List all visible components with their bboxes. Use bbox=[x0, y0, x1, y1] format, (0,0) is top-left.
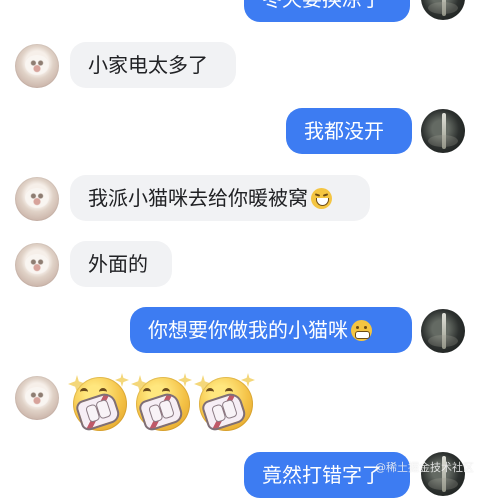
contact-avatar[interactable] bbox=[15, 376, 59, 420]
self-avatar[interactable] bbox=[421, 309, 465, 353]
shocked-paws-sticker bbox=[131, 373, 193, 435]
message-bubble-left[interactable]: 外面的 bbox=[70, 241, 172, 287]
sticker-message[interactable] bbox=[68, 373, 258, 437]
message-bubble-right[interactable]: 冬天要换凉了 bbox=[244, 0, 410, 22]
grinning-emoji bbox=[351, 319, 372, 341]
message-bubble-left[interactable]: 小家电太多了 bbox=[70, 42, 236, 88]
message-text: 小家电太多了 bbox=[88, 53, 208, 77]
contact-avatar[interactable] bbox=[15, 243, 59, 287]
message-text: 外面的 bbox=[88, 252, 148, 276]
self-avatar[interactable] bbox=[421, 0, 465, 20]
message-bubble-left[interactable]: 我派小猫咪去给你暖被窝 bbox=[70, 175, 370, 221]
chat-thread: 冬天要换凉了 小家电太多了 我都没开 我派小猫咪去给你暖被窝 外面的 你想要你做… bbox=[0, 0, 480, 498]
message-bubble-right[interactable]: 你想要你做我的小猫咪 bbox=[130, 307, 412, 353]
self-avatar[interactable] bbox=[421, 109, 465, 153]
message-text: 冬天要换凉了 bbox=[262, 0, 382, 9]
message-text: 你想要你做我的小猫咪 bbox=[148, 318, 348, 342]
contact-avatar[interactable] bbox=[15, 44, 59, 88]
shocked-paws-sticker bbox=[194, 373, 256, 435]
message-text: 我都没开 bbox=[304, 119, 384, 143]
watermark: @稀土掘金技术社区 bbox=[375, 461, 474, 474]
message-text: 我派小猫咪去给你暖被窝 bbox=[88, 186, 308, 210]
message-bubble-right[interactable]: 我都没开 bbox=[286, 108, 412, 154]
shocked-paws-sticker bbox=[68, 373, 130, 435]
message-text: 竟然打错字了 bbox=[262, 463, 382, 487]
contact-avatar[interactable] bbox=[15, 177, 59, 221]
rolling-laugh-emoji bbox=[311, 187, 332, 209]
